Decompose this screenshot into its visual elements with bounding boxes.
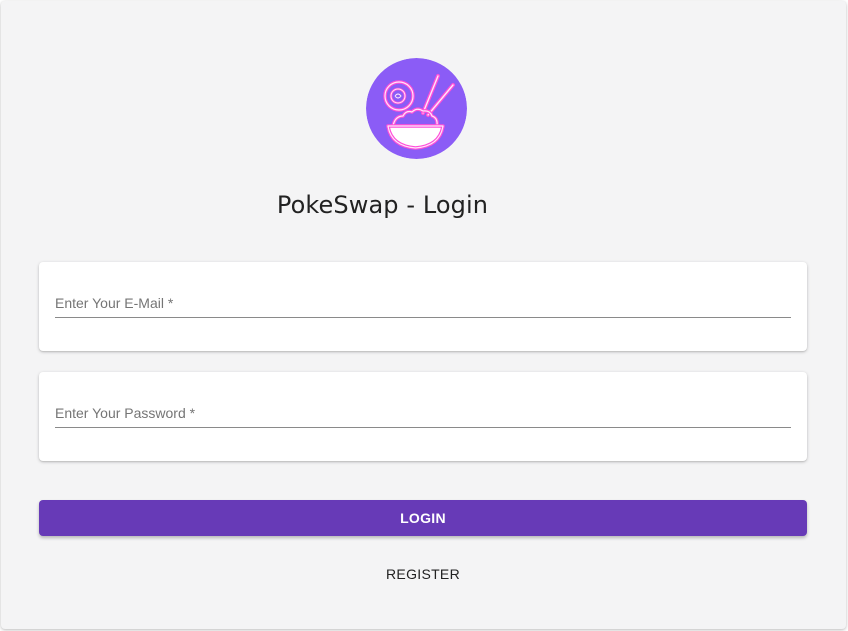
- page-title: PokeSwap - Login: [276, 191, 489, 219]
- register-button[interactable]: REGISTER: [361, 556, 485, 592]
- poke-bowl-logo-icon: [366, 58, 467, 159]
- email-field-card: [39, 262, 807, 351]
- email-field-underline: [55, 292, 791, 318]
- login-button-label: LOGIN: [400, 510, 446, 526]
- password-field[interactable]: [55, 402, 791, 424]
- email-field[interactable]: [55, 292, 791, 314]
- register-button-label: REGISTER: [386, 566, 460, 582]
- password-field-underline: [55, 402, 791, 428]
- login-card: PokeSwap - Login LOGIN REGISTER: [1, 1, 846, 629]
- login-button[interactable]: LOGIN: [39, 500, 807, 536]
- password-field-card: [39, 372, 807, 461]
